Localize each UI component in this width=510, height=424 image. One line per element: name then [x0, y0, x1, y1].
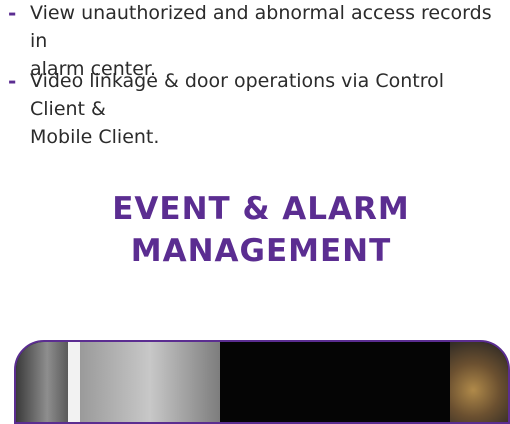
- bullet-dash: -: [8, 69, 17, 93]
- section-heading: EVENT & ALARM MANAGEMENT: [112, 191, 410, 269]
- bullet-text: Video linkage & door operations via Cont…: [30, 70, 445, 148]
- bullet-dash: -: [8, 1, 17, 25]
- section-photo: [14, 340, 510, 424]
